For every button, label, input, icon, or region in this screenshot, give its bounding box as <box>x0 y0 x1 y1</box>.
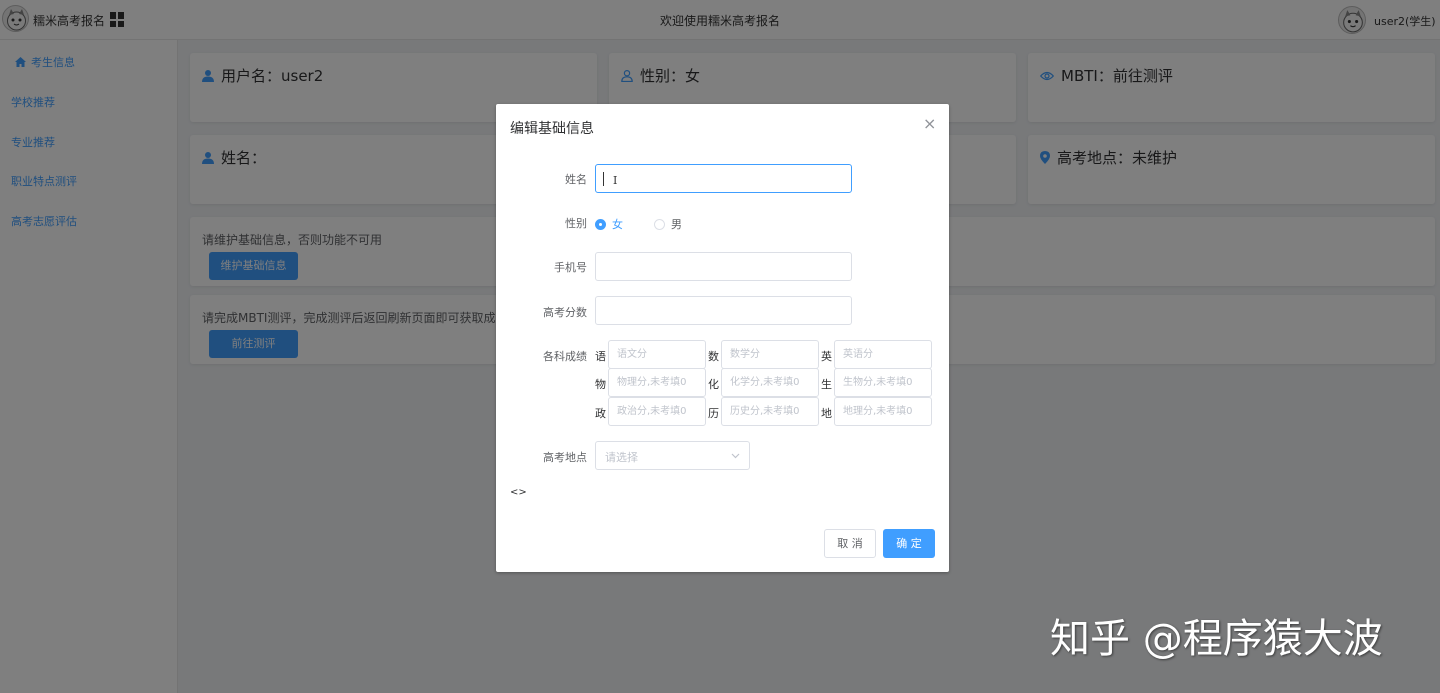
name-label: 姓名 <box>565 173 587 186</box>
subject-label-chemistry: 化 <box>708 378 719 391</box>
phone-label: 手机号 <box>554 261 587 274</box>
subjects-label: 各科成绩 <box>543 350 587 363</box>
edit-basic-info-dialog: 编辑基础信息 × 姓名 I 性别 女 男 手机号 高考分数 各科成绩 语 语文分… <box>496 104 949 572</box>
gender-label: 性别 <box>565 217 587 230</box>
confirm-button[interactable]: 确 定 <box>883 529 935 558</box>
location-select[interactable]: 请选择 <box>595 441 750 470</box>
phone-input[interactable] <box>595 252 852 281</box>
location-label: 高考地点 <box>543 451 587 464</box>
subject-label-biology: 生 <box>821 378 832 391</box>
name-input[interactable]: I <box>595 164 852 193</box>
select-placeholder: 请选择 <box>605 451 638 464</box>
subject-label-english: 英 <box>821 350 832 363</box>
english-score-input[interactable]: 英语分 <box>834 340 932 369</box>
radio-label: 女 <box>612 218 623 231</box>
subject-label-physics: 物 <box>595 378 606 391</box>
radio-unchecked-icon <box>654 218 665 230</box>
chevron-down-icon <box>731 453 740 459</box>
dialog-title: 编辑基础信息 <box>510 121 594 137</box>
subject-label-geography: 地 <box>821 407 832 420</box>
subject-label-math: 数 <box>708 350 719 363</box>
radio-label: 男 <box>671 218 682 231</box>
close-icon[interactable]: × <box>923 116 936 132</box>
physics-score-input[interactable]: 物理分,未考填0 <box>608 368 706 397</box>
score-input[interactable] <box>595 296 852 325</box>
watermark-text: 知乎 @程序猿大波 <box>1050 616 1383 662</box>
subject-label-history: 历 <box>708 407 719 420</box>
history-score-input[interactable]: 历史分,未考填0 <box>721 397 819 426</box>
politics-score-input[interactable]: 政治分,未考填0 <box>608 397 706 426</box>
cancel-button[interactable]: 取 消 <box>824 529 876 558</box>
code-tag-text: <> <box>510 487 527 498</box>
gender-radio-female[interactable]: 女 <box>595 216 623 232</box>
score-label: 高考分数 <box>543 306 587 319</box>
gender-radio-male[interactable]: 男 <box>654 216 682 232</box>
chemistry-score-input[interactable]: 化学分,未考填0 <box>721 368 819 397</box>
subject-label-politics: 政 <box>595 407 606 420</box>
radio-checked-icon <box>595 218 606 230</box>
subject-label-chinese: 语 <box>595 350 606 363</box>
math-score-input[interactable]: 数学分 <box>721 340 819 369</box>
biology-score-input[interactable]: 生物分,未考填0 <box>834 368 932 397</box>
chinese-score-input[interactable]: 语文分 <box>608 340 706 369</box>
ibeam-cursor-icon: I <box>613 174 618 187</box>
text-caret <box>603 172 604 186</box>
geography-score-input[interactable]: 地理分,未考填0 <box>834 397 932 426</box>
